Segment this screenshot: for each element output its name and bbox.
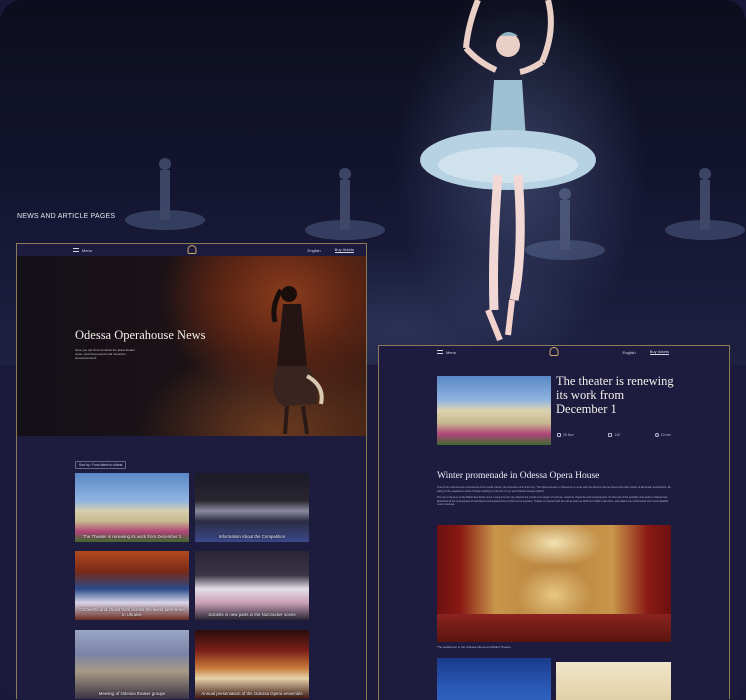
menu-label: Menu [82, 247, 93, 253]
auditorium-seats [437, 614, 671, 642]
news-card[interactable]: Annual presentation of the Odessa Opera … [195, 630, 309, 699]
stage-curtain-photo [195, 630, 309, 699]
presentation-canvas: NEWS AND ARTICLE PAGES Menu English Buy … [0, 0, 746, 700]
article-date: 26 Nov [563, 433, 574, 437]
news-page-subtitle: Here you can find out about the latest t… [75, 348, 136, 360]
language-select[interactable]: English [623, 350, 636, 355]
article-page-mockup: Menu English Buy tickets The theater is … [378, 345, 730, 700]
buy-tickets-link[interactable]: Buy tickets [649, 349, 669, 355]
theater-crest-logo[interactable] [187, 245, 196, 254]
news-card-caption: The Theater is renewing its work from De… [82, 534, 182, 539]
site-header: Menu English Buy tickets [17, 244, 366, 256]
image-caption: The auditorium in the Odessa Opera and B… [437, 645, 511, 649]
theater-building-photo [75, 630, 189, 699]
news-card[interactable]: The Theater is renewing its work from De… [75, 473, 189, 542]
article-meta: 26 Nov 140 10 min [557, 433, 671, 437]
news-page-title: Odessa Operahouse News [75, 328, 206, 342]
soloists-photo [195, 551, 309, 620]
views-meta: 140 [608, 433, 620, 437]
news-card-caption: Soloists in new parts in the Nutcracker … [208, 612, 296, 617]
hamburger-icon [73, 248, 79, 252]
news-card-caption: Annual presentation of the Odessa Opera … [201, 691, 303, 696]
opera-house-photo [75, 473, 189, 542]
news-card-caption: Orchestra and choirs from across the wor… [79, 607, 185, 617]
menu-button[interactable]: Menu [73, 248, 92, 253]
news-card[interactable]: Information About the Competition [195, 473, 309, 542]
menu-button[interactable]: Menu [437, 350, 456, 355]
buy-tickets-link[interactable]: Buy tickets [334, 247, 354, 253]
news-card[interactable]: Orchestra and choirs from across the wor… [75, 551, 189, 620]
performer-silhouette [271, 286, 324, 435]
article-paragraph: The city is famous as the Black Sea Pear… [437, 496, 669, 507]
read-time-meta: 10 min [654, 433, 671, 437]
article-paragraph: One of the most famous monuments of the … [437, 486, 671, 493]
article-section-heading: Winter promenade in Odessa Opera House [437, 471, 600, 481]
theater-crest-logo[interactable] [549, 347, 559, 356]
section-label: NEWS AND ARTICLE PAGES [17, 213, 116, 220]
sort-dropdown[interactable]: Sort by: From latest to oldest [75, 461, 127, 469]
date-meta: 26 Nov [557, 433, 574, 437]
site-header: Menu English Buy tickets [379, 346, 729, 358]
clock-icon [654, 433, 659, 437]
article-cover-photo [437, 376, 551, 445]
news-card-caption: Information About the Competition [218, 534, 286, 539]
hamburger-icon [437, 350, 443, 354]
eye-icon [608, 433, 613, 437]
article-body: One of the most famous monuments of the … [437, 486, 671, 510]
news-card[interactable]: Soloists in new parts in the Nutcracker … [195, 551, 309, 620]
news-hero-banner: Odessa Operahouse News Here you can find… [17, 256, 366, 436]
news-listing-page-mockup: Menu English Buy tickets Odessa Operahou… [16, 243, 367, 700]
gallery-photo [556, 662, 671, 700]
orchestra-photo [195, 473, 309, 542]
menu-label: Menu [446, 349, 457, 355]
article-read-time: 10 min [660, 433, 671, 437]
background-dancer-figure [665, 168, 745, 240]
ballerina-figure [420, 0, 596, 342]
news-card-caption: Meeting of Odessa theater groups [98, 691, 166, 696]
calendar-icon [557, 433, 561, 437]
gallery-photo [437, 658, 551, 700]
auditorium-photo [437, 525, 671, 642]
article-title: The theater is renewing its work from De… [556, 374, 674, 416]
language-select[interactable]: English [308, 248, 321, 253]
news-card[interactable]: Meeting of Odessa theater groups [75, 630, 189, 699]
article-views: 140 [614, 433, 621, 437]
